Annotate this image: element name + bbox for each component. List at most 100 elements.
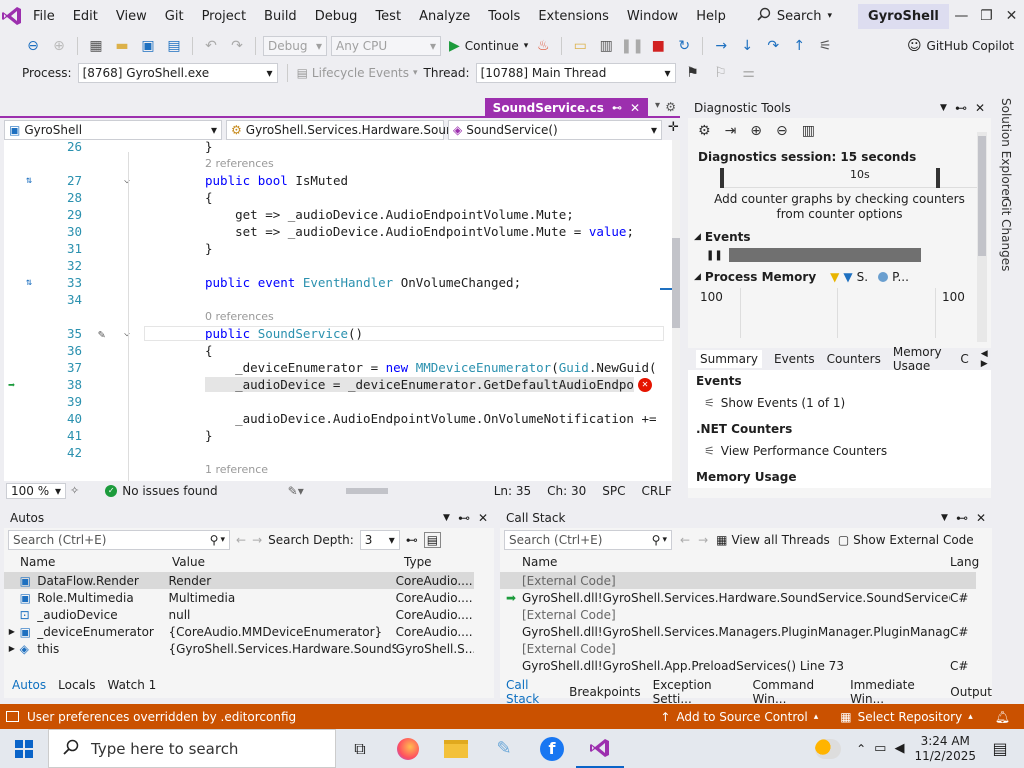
configuration-dropdown[interactable]: Debug ▾: [263, 36, 327, 56]
search-depth-dropdown[interactable]: 3 ▾: [359, 530, 400, 550]
code-line[interactable]: 26}: [4, 140, 664, 155]
code-line[interactable]: 31}: [4, 240, 664, 257]
filter-icon[interactable]: ⚌: [738, 62, 760, 84]
notification-bell-icon[interactable]: 🔔︎: [995, 710, 1010, 724]
code-line[interactable]: 35public SoundService()⌵✎: [4, 325, 664, 342]
git-changes-side-tab[interactable]: Git Changes: [999, 198, 1013, 271]
browse-icon[interactable]: ▭: [569, 35, 591, 57]
code-line[interactable]: 30 set => _audioDevice.AudioEndpointVolu…: [4, 223, 664, 240]
menu-test[interactable]: Test: [366, 0, 410, 32]
lifecycle-events-button[interactable]: ▤ Lifecycle Events ▾: [297, 66, 418, 80]
editor-horizontal-scrollbar[interactable]: [334, 486, 474, 496]
maximize-button[interactable]: ❐: [974, 0, 999, 32]
pin-icon[interactable]: ⊷: [956, 511, 968, 525]
code-line[interactable]: 27public bool IsMuted⌵⇅: [4, 172, 664, 189]
zoom-dropdown[interactable]: 100 % ▾: [6, 482, 66, 499]
menu-file[interactable]: File: [24, 0, 64, 32]
pause-icon[interactable]: ❚❚: [621, 35, 644, 57]
show-next-statement-icon[interactable]: →: [710, 35, 732, 57]
code-line[interactable]: 42: [4, 444, 664, 461]
new-project-icon[interactable]: ▦: [85, 35, 107, 57]
menu-project[interactable]: Project: [193, 0, 255, 32]
tab-exception-setti-[interactable]: Exception Setti...: [653, 678, 741, 706]
tab-soundservice[interactable]: SoundService.cs ⊷ ✕: [484, 98, 648, 118]
file-explorer-icon[interactable]: [432, 729, 480, 768]
save-icon[interactable]: ▣: [137, 35, 159, 57]
chevron-down-icon[interactable]: ▼: [941, 513, 948, 523]
column-name[interactable]: Name: [20, 555, 172, 569]
menu-window[interactable]: Window: [618, 0, 687, 32]
weather-icon[interactable]: [804, 729, 852, 768]
tab-immediate-win-[interactable]: Immediate Win...: [850, 678, 938, 706]
code-line[interactable]: 37 _deviceEnumerator = new MMDeviceEnume…: [4, 359, 664, 376]
column-lang[interactable]: Lang: [950, 555, 979, 569]
process-memory-header[interactable]: ◢ Process Memory ▼ ▼ S. P...: [688, 270, 991, 284]
task-view-icon[interactable]: ⧉: [336, 729, 384, 768]
pin-value-icon[interactable]: ⊷: [406, 533, 418, 547]
close-icon[interactable]: ✕: [975, 101, 985, 115]
menu-view[interactable]: View: [107, 0, 156, 32]
quick-actions-icon[interactable]: ✎: [98, 327, 105, 341]
close-button[interactable]: ✕: [999, 0, 1024, 32]
code-line[interactable]: 41}: [4, 427, 664, 444]
issues-indicator[interactable]: ✓ No issues found: [105, 484, 218, 498]
call-stack-row[interactable]: GyroShell.dll!GyroShell.App.PreloadServi…: [500, 657, 976, 674]
zoom-out-icon[interactable]: ⊖: [776, 123, 788, 139]
diag-tab-memory-usage[interactable]: Memory Usage: [893, 345, 948, 373]
minimize-button[interactable]: —: [949, 0, 974, 32]
implementation-glyph-icon[interactable]: ⇅: [26, 277, 32, 288]
chevron-down-icon[interactable]: ▼: [940, 103, 947, 113]
menu-help[interactable]: Help: [687, 0, 735, 32]
tab-watch-1[interactable]: Watch 1: [107, 678, 156, 692]
scrollbar-thumb[interactable]: [672, 238, 680, 328]
project-dropdown[interactable]: ▣ GyroShell ▾: [4, 120, 222, 140]
autos-row[interactable]: ▶ ▣ _deviceEnumerator {CoreAudio.MMDeviceEn…: [4, 623, 474, 640]
process-dropdown[interactable]: [8768] GyroShell.exe ▾: [77, 63, 278, 83]
step-over-icon[interactable]: ↷: [762, 35, 784, 57]
column-value[interactable]: Value: [172, 555, 404, 569]
windows-start-icon[interactable]: [0, 729, 48, 768]
timeline-ruler[interactable]: 10s: [720, 166, 981, 188]
column-type[interactable]: Type: [404, 555, 484, 569]
process-memory-graph[interactable]: 100 100: [688, 288, 991, 342]
diag-tab-counters[interactable]: Counters: [827, 352, 881, 366]
tab-locals[interactable]: Locals: [58, 678, 95, 692]
expand-icon[interactable]: ▶: [4, 627, 20, 636]
search-next-icon[interactable]: →: [252, 533, 262, 547]
volume-icon[interactable]: ◀︎: [894, 741, 904, 756]
code-line[interactable]: 33 public event EventHandler OnVolumeChan…: [4, 274, 664, 291]
tab-autos[interactable]: Autos: [12, 678, 46, 692]
call-stack-row[interactable]: [External Code]: [500, 572, 976, 589]
step-into-icon[interactable]: ↓: [736, 35, 758, 57]
view-performance-counters-link[interactable]: ⚟ View Performance Counters: [688, 440, 991, 462]
menu-edit[interactable]: Edit: [64, 0, 107, 32]
autos-search-input[interactable]: Search (Ctrl+E) ⚲ ▾: [8, 530, 230, 550]
diag-tab-events[interactable]: Events: [774, 352, 815, 366]
continue-button[interactable]: ▶ Continue ▾: [449, 38, 528, 54]
column-name[interactable]: Name: [522, 555, 950, 569]
platform-dropdown[interactable]: Any CPU ▾: [331, 36, 441, 56]
open-folder-icon[interactable]: ▬: [111, 35, 133, 57]
menu-extensions[interactable]: Extensions: [529, 0, 618, 32]
close-icon[interactable]: ✕: [976, 511, 986, 525]
autos-row[interactable]: ▶ ◈ this {GyroShell.Services.Hardware.Sound…: [4, 640, 474, 657]
pin-icon[interactable]: ⊷: [612, 103, 622, 114]
show-external-code-button[interactable]: ▢ Show External Code: [838, 533, 974, 547]
search-previous-icon[interactable]: ←: [236, 533, 246, 547]
taskbar-clock[interactable]: 3:24 AM 11/2/2025: [914, 734, 976, 764]
menu-git[interactable]: Git: [156, 0, 193, 32]
pause-icon[interactable]: ❚❚: [706, 250, 723, 261]
tab-scroll-icon[interactable]: ◀ ▶: [981, 349, 991, 369]
diag-tab-summary[interactable]: Summary: [696, 350, 762, 368]
paint-icon[interactable]: ✎: [480, 729, 528, 768]
autos-row[interactable]: ▣ DataFlow.Render Render CoreAudio....: [4, 572, 474, 589]
call-stack-row[interactable]: ➡ GyroShell.dll!GyroShell.Services.Hardwa…: [500, 589, 976, 606]
code-lens[interactable]: 0 references: [4, 308, 664, 325]
visual-studio-taskbar-icon[interactable]: [576, 729, 624, 768]
pin-icon[interactable]: ⊷: [955, 101, 967, 115]
brush-icon[interactable]: ✎▾: [288, 484, 304, 498]
code-line[interactable]: 32: [4, 257, 664, 274]
settings-icon[interactable]: ⚙: [665, 100, 676, 114]
search-button[interactable]: Search ▾: [749, 7, 840, 25]
search-next-icon[interactable]: →: [698, 533, 708, 547]
